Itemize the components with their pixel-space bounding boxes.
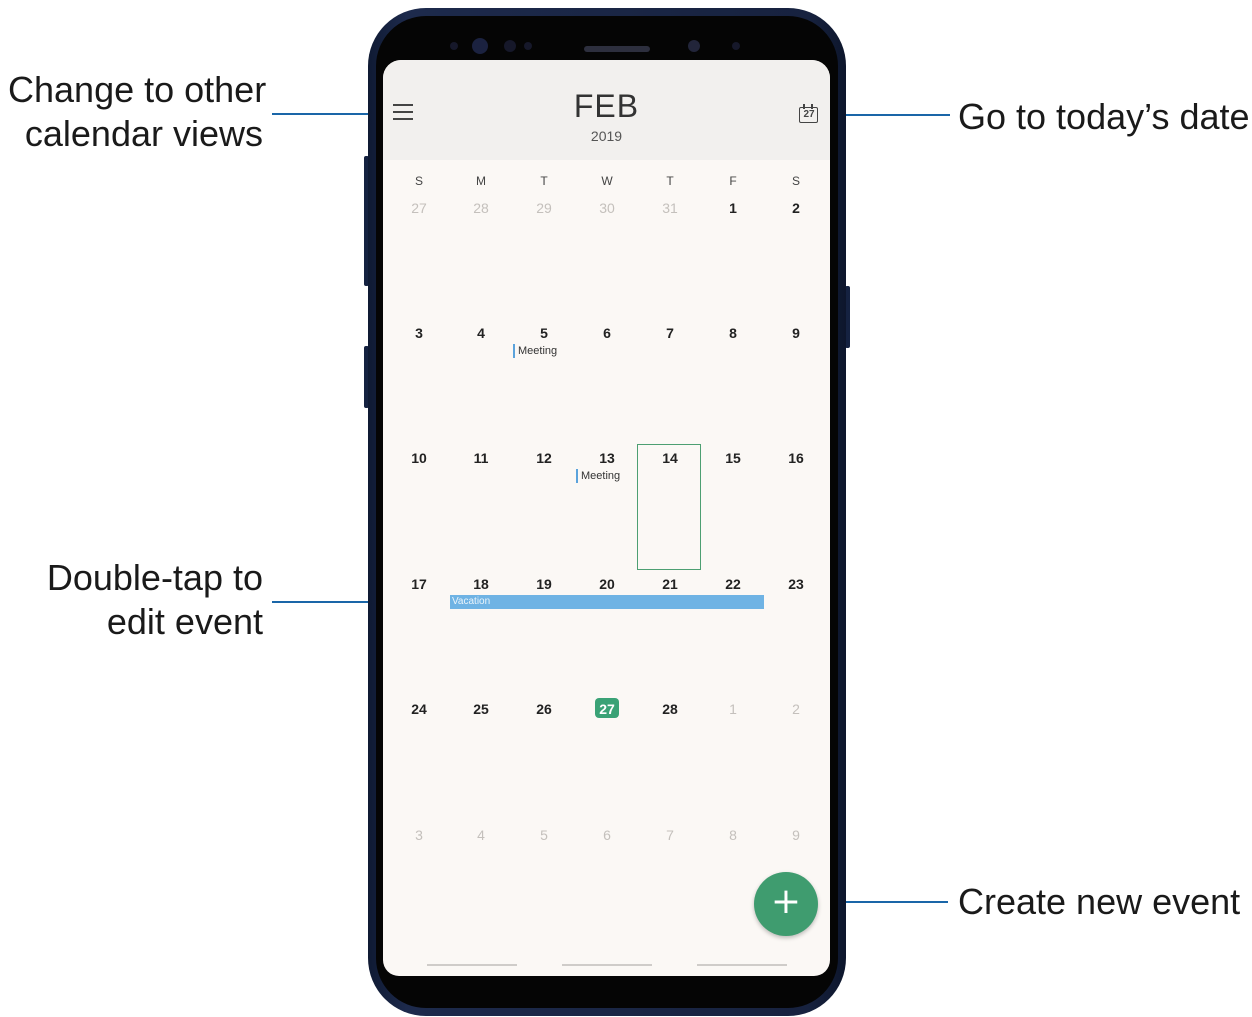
- event-vacation-label: Vacation: [452, 596, 491, 607]
- day-cell[interactable]: 30: [587, 200, 627, 216]
- day-cell[interactable]: 27: [399, 200, 439, 216]
- add-event-button[interactable]: +: [754, 872, 818, 936]
- year-title: 2019: [590, 128, 623, 144]
- day-cell[interactable]: 20: [587, 576, 627, 592]
- day-cell[interactable]: 28: [650, 701, 690, 717]
- callout-change-views-line1: Change to other: [8, 69, 267, 110]
- iris-sensor-icon: [504, 40, 516, 52]
- weekday-sat: S: [791, 174, 800, 188]
- day-cell[interactable]: 7: [650, 325, 690, 341]
- callout-go-today: Go to today’s date: [958, 96, 1250, 137]
- day-cell[interactable]: 3: [399, 827, 439, 843]
- event-meeting-feb5[interactable]: Meeting: [513, 344, 557, 358]
- month-title: FEB: [573, 88, 640, 124]
- day-cell[interactable]: 14: [650, 450, 690, 466]
- day-cell[interactable]: 5: [524, 325, 564, 341]
- day-cell[interactable]: 18: [461, 576, 501, 592]
- weekday-thu: T: [666, 174, 674, 188]
- day-cell[interactable]: 12: [524, 450, 564, 466]
- app-header: FEB 2019 27: [383, 60, 830, 160]
- weekday-wed: W: [601, 174, 613, 188]
- weekday-tue: T: [540, 174, 548, 188]
- day-cell[interactable]: 16: [776, 450, 816, 466]
- day-cell[interactable]: 22: [713, 576, 753, 592]
- proximity-sensor-icon: [524, 42, 532, 50]
- day-cell[interactable]: 7: [650, 827, 690, 843]
- event-meeting-feb13[interactable]: Meeting: [576, 469, 620, 483]
- day-cell-today[interactable]: 27: [587, 701, 627, 717]
- callout-change-views: Change to other calendar views: [8, 68, 267, 156]
- weekday-mon: M: [476, 174, 486, 188]
- day-cell[interactable]: 31: [650, 200, 690, 216]
- day-cell[interactable]: 21: [650, 576, 690, 592]
- day-cell[interactable]: 1: [713, 200, 753, 216]
- callout-change-views-line2: calendar views: [24, 113, 263, 154]
- day-cell[interactable]: 25: [461, 701, 501, 717]
- weekday-sun: S: [414, 174, 423, 188]
- day-cell[interactable]: 13: [587, 450, 627, 466]
- iris-camera-icon: [688, 40, 700, 52]
- weekday-fri: F: [729, 174, 737, 188]
- day-cell[interactable]: 9: [776, 827, 816, 843]
- day-cell[interactable]: 8: [713, 325, 753, 341]
- event-vacation-bar[interactable]: Vacation: [450, 595, 764, 609]
- light-sensor-icon: [732, 42, 740, 50]
- day-cell[interactable]: 24: [399, 701, 439, 717]
- calendar-screen: FEB 2019 27 S M T W T F S 27 28 29 30 31 1 2 3 4…: [383, 60, 830, 976]
- day-cell[interactable]: 5: [524, 827, 564, 843]
- day-cell[interactable]: 15: [713, 450, 753, 466]
- day-cell[interactable]: 1: [713, 701, 753, 717]
- nav-home[interactable]: [562, 964, 652, 966]
- nav-recent-apps[interactable]: [427, 964, 517, 966]
- day-cell[interactable]: 23: [776, 576, 816, 592]
- day-cell[interactable]: 2: [776, 701, 816, 717]
- day-cell[interactable]: 11: [461, 450, 501, 466]
- callout-edit-event: Double-tap to edit event: [8, 556, 263, 644]
- nav-back[interactable]: [697, 964, 787, 966]
- plus-icon: +: [770, 881, 802, 922]
- day-cell[interactable]: 6: [587, 325, 627, 341]
- front-sensor-icon: [450, 42, 458, 50]
- day-cell[interactable]: 2: [776, 200, 816, 216]
- day-cell[interactable]: 3: [399, 325, 439, 341]
- callout-edit-event-line1: Double-tap to: [46, 557, 263, 598]
- day-cell[interactable]: 19: [524, 576, 564, 592]
- calendar-today-icon[interactable]: 27: [799, 104, 819, 124]
- day-cell[interactable]: 8: [713, 827, 753, 843]
- day-cell[interactable]: 26: [524, 701, 564, 717]
- day-cell[interactable]: 4: [461, 325, 501, 341]
- day-cell[interactable]: 17: [399, 576, 439, 592]
- front-camera-icon: [472, 38, 488, 54]
- day-cell[interactable]: 6: [587, 827, 627, 843]
- day-cell[interactable]: 29: [524, 200, 564, 216]
- today-icon-number: 27: [803, 109, 815, 120]
- earpiece: [584, 46, 650, 52]
- day-cell[interactable]: 10: [399, 450, 439, 466]
- callout-edit-event-line2: edit event: [106, 601, 263, 642]
- day-cell[interactable]: 9: [776, 325, 816, 341]
- callout-create-event: Create new event: [958, 881, 1241, 922]
- day-cell[interactable]: 28: [461, 200, 501, 216]
- day-cell[interactable]: 4: [461, 827, 501, 843]
